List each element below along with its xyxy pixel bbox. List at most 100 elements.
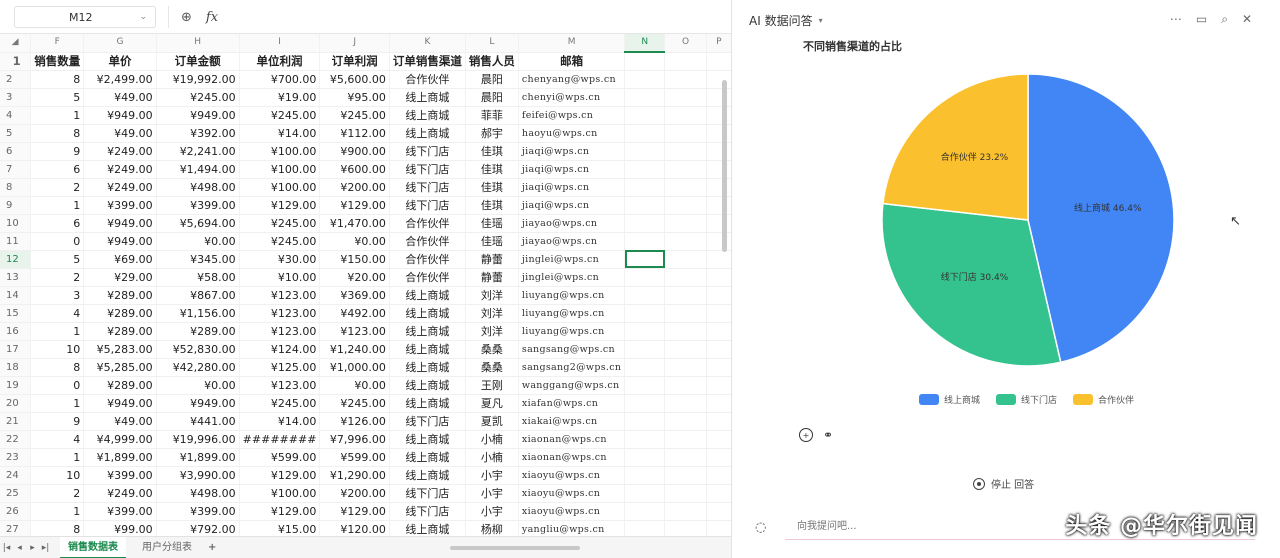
table-cell[interactable]: 9 (30, 412, 85, 431)
table-cell[interactable]: ¥125.00 (239, 358, 321, 377)
table-cell[interactable]: ¥1,494.00 (156, 160, 240, 179)
table-cell[interactable] (664, 142, 707, 161)
table-cell[interactable] (664, 250, 707, 269)
table-cell[interactable]: 线下门店 (389, 502, 466, 521)
table-cell[interactable]: 合作伙伴 (389, 70, 466, 89)
table-cell[interactable]: xiaonan@wps.cn (518, 430, 626, 449)
table-cell[interactable] (706, 358, 731, 377)
column-header-g[interactable]: G (83, 34, 157, 53)
table-cell[interactable]: 合作伙伴 (389, 250, 466, 269)
fx-icon[interactable]: fx (206, 10, 218, 25)
table-cell[interactable]: ¥30.00 (239, 250, 321, 269)
table-cell[interactable] (664, 268, 707, 287)
table-cell[interactable]: jiayao@wps.cn (518, 232, 626, 251)
row-header[interactable]: 7 (0, 160, 32, 179)
table-cell[interactable]: ¥245.00 (239, 214, 321, 233)
table-cell[interactable] (664, 106, 707, 125)
table-cell[interactable]: 线上商城 (389, 88, 466, 107)
table-cell[interactable]: ¥58.00 (156, 268, 240, 287)
table-cell[interactable]: 合作伙伴 (389, 214, 466, 233)
table-cell[interactable]: 线上商城 (389, 520, 466, 536)
table-cell[interactable] (664, 70, 707, 89)
table-cell[interactable]: ¥123.00 (319, 322, 390, 341)
table-cell[interactable] (706, 412, 731, 431)
table-cell[interactable]: 静蕾 (465, 250, 519, 269)
table-cell[interactable]: ¥14.00 (239, 412, 321, 431)
table-cell[interactable]: 桑桑 (465, 358, 519, 377)
table-cell[interactable]: 刘洋 (465, 304, 519, 323)
row-header[interactable]: 14 (0, 286, 32, 305)
table-cell[interactable]: xiaoyu@wps.cn (518, 466, 626, 485)
table-cell[interactable]: jiaqi@wps.cn (518, 178, 626, 197)
table-cell[interactable]: 佳琪 (465, 160, 519, 179)
table-cell[interactable] (664, 196, 707, 215)
table-cell[interactable] (624, 160, 666, 179)
table-cell[interactable]: chenyi@wps.cn (518, 88, 626, 107)
table-cell[interactable]: 订单销售渠道 (389, 52, 466, 71)
row-header[interactable]: 22 (0, 430, 32, 449)
table-cell[interactable] (664, 232, 707, 251)
table-cell[interactable]: 8 (30, 520, 85, 536)
table-cell[interactable]: ¥123.00 (239, 376, 321, 395)
row-header[interactable]: 6 (0, 142, 32, 161)
table-cell[interactable] (624, 304, 666, 323)
table-cell[interactable]: ¥245.00 (319, 106, 390, 125)
table-cell[interactable]: ¥1,156.00 (156, 304, 240, 323)
table-cell[interactable]: liuyang@wps.cn (518, 286, 626, 305)
row-header[interactable]: 20 (0, 394, 32, 413)
table-cell[interactable]: ¥123.00 (239, 322, 321, 341)
row-header[interactable]: 19 (0, 376, 32, 395)
table-cell[interactable] (706, 484, 731, 503)
table-cell[interactable] (624, 232, 666, 251)
table-cell[interactable] (706, 430, 731, 449)
row-header[interactable]: 21 (0, 412, 32, 431)
column-header-p[interactable]: P (706, 34, 731, 53)
row-header[interactable]: 12 (0, 250, 32, 269)
row-header[interactable]: 16 (0, 322, 32, 341)
table-cell[interactable]: ¥249.00 (83, 142, 157, 161)
table-cell[interactable]: 线上商城 (389, 106, 466, 125)
table-cell[interactable]: ¥0.00 (319, 376, 390, 395)
column-header-h[interactable]: H (156, 34, 240, 53)
chat-icon[interactable]: ◌ (755, 520, 785, 535)
table-cell[interactable]: 6 (30, 160, 85, 179)
table-cell[interactable]: 0 (30, 232, 85, 251)
table-cell[interactable]: ¥123.00 (239, 304, 321, 323)
table-cell[interactable]: 合作伙伴 (389, 268, 466, 287)
table-cell[interactable] (664, 412, 707, 431)
table-cell[interactable]: ¥1,899.00 (83, 448, 157, 467)
table-cell[interactable]: ¥399.00 (83, 196, 157, 215)
table-cell[interactable]: ¥14.00 (239, 124, 321, 143)
table-cell[interactable]: 1 (30, 502, 85, 521)
table-cell[interactable]: ¥7,996.00 (319, 430, 390, 449)
table-cell[interactable]: 线上商城 (389, 376, 466, 395)
table-cell[interactable]: ¥345.00 (156, 250, 240, 269)
formula-input-area[interactable]: ⊕ fx (168, 6, 720, 28)
stop-answer-button[interactable]: 停止 回答 (973, 476, 1034, 491)
table-cell[interactable]: 8 (30, 358, 85, 377)
table-cell[interactable]: 线下门店 (389, 196, 466, 215)
table-cell[interactable]: 线上商城 (389, 322, 466, 341)
table-cell[interactable] (624, 250, 666, 269)
table-cell[interactable]: liuyang@wps.cn (518, 322, 626, 341)
table-cell[interactable]: ¥19,992.00 (156, 70, 240, 89)
table-cell[interactable]: ¥2,241.00 (156, 142, 240, 161)
spreadsheet-grid[interactable]: ◢ FGHIJKLMNOP 1 销售数量 单价 订单金额 单位利润 订单利润 订单销售渠道销… (0, 34, 731, 536)
table-cell[interactable] (706, 502, 731, 521)
table-cell[interactable]: ¥129.00 (239, 196, 321, 215)
row-header[interactable]: 5 (0, 124, 32, 143)
table-cell[interactable]: ¥867.00 (156, 286, 240, 305)
table-cell[interactable]: ¥949.00 (83, 106, 157, 125)
table-cell[interactable] (664, 52, 707, 71)
table-cell[interactable]: jiaqi@wps.cn (518, 160, 626, 179)
table-cell[interactable] (624, 520, 666, 536)
zoom-icon[interactable]: ⊕ (181, 10, 192, 25)
table-cell[interactable]: ¥249.00 (83, 160, 157, 179)
table-cell[interactable]: ¥100.00 (239, 160, 321, 179)
table-cell[interactable]: ¥599.00 (319, 448, 390, 467)
table-cell[interactable] (706, 142, 731, 161)
table-cell[interactable]: ¥245.00 (156, 88, 240, 107)
table-cell[interactable] (706, 394, 731, 413)
table-cell[interactable] (664, 520, 707, 536)
table-cell[interactable]: 小宇 (465, 484, 519, 503)
